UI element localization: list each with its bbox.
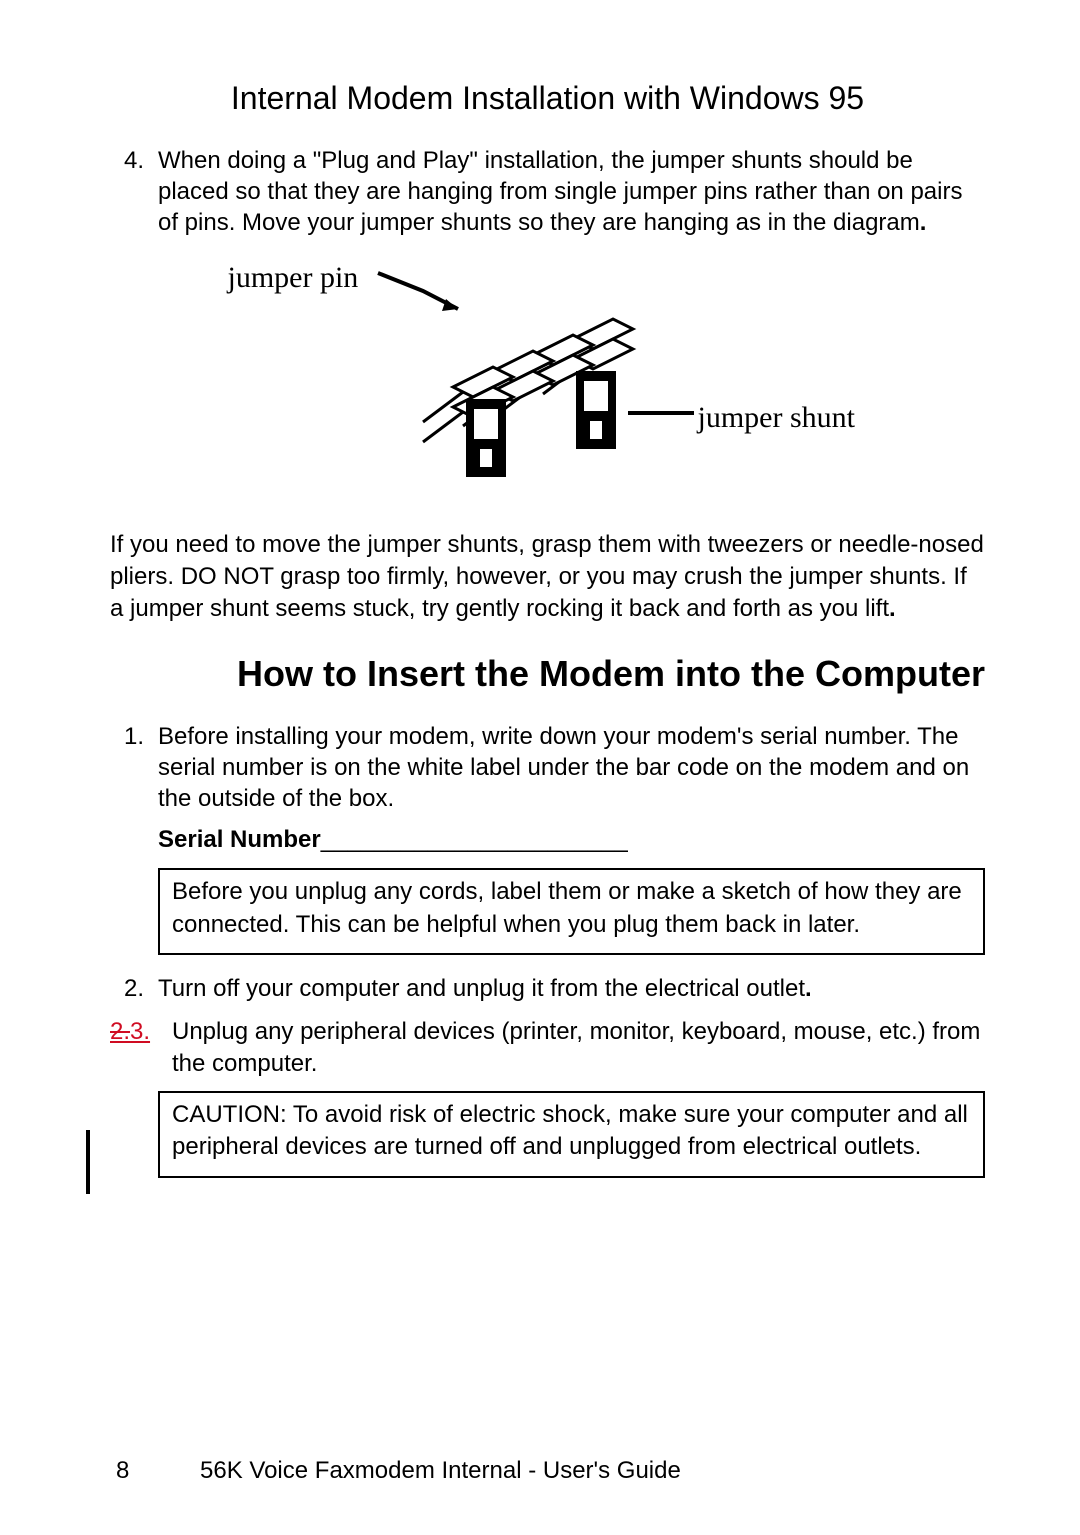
step-text-body: Turn off your computer and unplug it fro… (158, 975, 805, 1002)
step-number: 1. (110, 721, 158, 815)
steps-list-1: 4. When doing a "Plug and Play" installa… (110, 145, 985, 239)
jumper-illustration-icon (228, 251, 868, 511)
step-text-punct: . (920, 209, 927, 236)
jumper-diagram: jumper pin jumper shunt (228, 251, 868, 511)
step-2: 2. Turn off your computer and unplug it … (110, 973, 985, 1004)
page: Internal Modem Installation with Windows… (0, 0, 1080, 1535)
step-text-punct: . (805, 975, 812, 1002)
step-text: Turn off your computer and unplug it fro… (158, 973, 985, 1004)
steps-list-2: 1. Before installing your modem, write d… (110, 721, 985, 815)
step-text: Unplug any peripheral devices (printer, … (172, 1016, 985, 1078)
caution-box: CAUTION: To avoid risk of electric shock… (158, 1091, 985, 1178)
step-text: When doing a "Plug and Play" installatio… (158, 145, 985, 239)
revision-bar-icon (86, 1130, 90, 1194)
step-text: Before installing your modem, write down… (158, 721, 985, 815)
new-number: 3. (130, 1018, 150, 1045)
footer-title: 56K Voice Faxmodem Internal - User's Gui… (200, 1457, 681, 1484)
section-title: Internal Modem Installation with Windows… (110, 80, 985, 117)
steps-list-4: 2.3. Unplug any peripheral devices (prin… (110, 1016, 985, 1078)
step-3-tracked-change: 2.3. Unplug any peripheral devices (prin… (110, 1016, 985, 1078)
page-footer: 8 56K Voice Faxmodem Internal - User's G… (116, 1457, 985, 1485)
tweezer-note-body: If you need to move the jumper shunts, g… (110, 531, 984, 623)
insert-modem-heading: How to Insert the Modem into the Compute… (110, 652, 985, 695)
note-box-label-cords: Before you unplug any cords, label them … (158, 868, 985, 955)
old-number: 2. (110, 1018, 130, 1045)
step-text-body: When doing a "Plug and Play" installatio… (158, 147, 962, 236)
serial-number-line: Serial Number_______________________ (158, 826, 985, 854)
step-number: 2. (110, 973, 158, 1004)
tweezer-note-punct: . (889, 595, 896, 622)
step-4: 4. When doing a "Plug and Play" installa… (110, 145, 985, 239)
step-number: 4. (110, 145, 158, 239)
step-1: 1. Before installing your modem, write d… (110, 721, 985, 815)
tweezer-note: If you need to move the jumper shunts, g… (110, 529, 985, 626)
step-number-change: 2.3. (110, 1016, 172, 1078)
serial-number-label: Serial Number (158, 826, 321, 853)
steps-list-3: 2. Turn off your computer and unplug it … (110, 973, 985, 1004)
page-number: 8 (116, 1457, 129, 1484)
serial-number-blank: _______________________ (321, 826, 628, 853)
